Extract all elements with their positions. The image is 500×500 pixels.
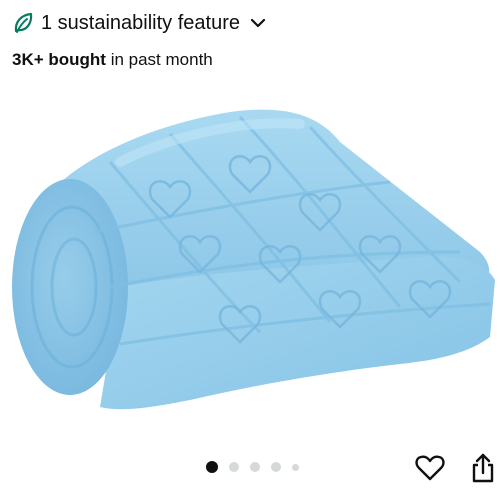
carousel-dot-4[interactable]	[271, 462, 281, 472]
sustainability-feature-toggle[interactable]: 1 sustainability feature	[12, 9, 267, 37]
purchase-suffix: in past month	[105, 50, 213, 69]
carousel-dot-5[interactable]	[292, 463, 299, 471]
carousel-dot-1[interactable]	[206, 461, 218, 473]
sustainability-label: 1 sustainability feature	[41, 11, 241, 34]
heart-outline-icon[interactable]	[414, 452, 446, 484]
carousel-dot-3[interactable]	[250, 462, 260, 472]
carousel-dot-2[interactable]	[229, 462, 239, 472]
purchase-stats: 3K+ bought in past month	[12, 50, 213, 70]
leaf-icon	[14, 12, 33, 33]
purchase-count: 3K+ bought	[12, 50, 106, 69]
chevron-down-icon	[250, 18, 266, 28]
share-icon[interactable]	[467, 452, 499, 484]
image-carousel-dots	[206, 461, 299, 473]
product-image-rolled-blanket[interactable]	[0, 82, 500, 427]
